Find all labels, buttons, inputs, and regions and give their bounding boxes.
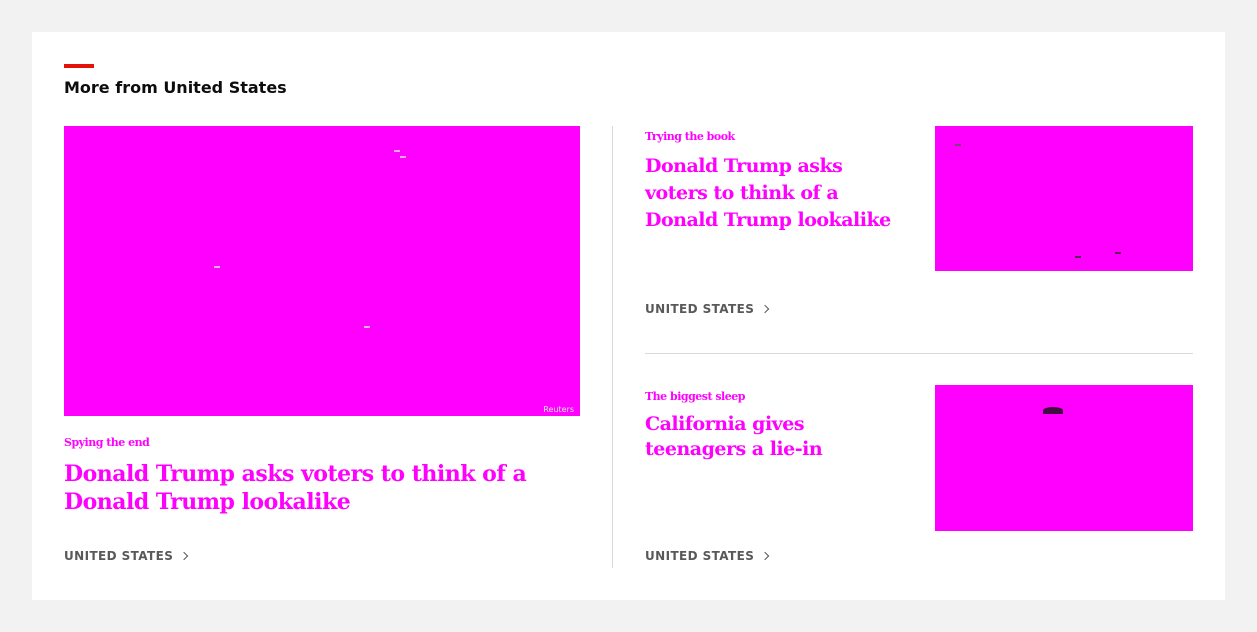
section-link-label: UNITED STATES: [645, 549, 755, 563]
article-rubric: Trying the book: [645, 130, 735, 143]
section-title: More from United States: [64, 78, 287, 97]
article-headline[interactable]: Donald Trump asks voters to think of a D…: [64, 460, 580, 516]
article-headline[interactable]: California gives teenagers a lie-in: [645, 412, 905, 462]
column-divider: [612, 126, 613, 568]
article-image[interactable]: [935, 126, 1193, 271]
article-image[interactable]: [935, 385, 1193, 531]
section-link-label: UNITED STATES: [645, 302, 755, 316]
chevron-right-icon: [761, 304, 770, 314]
article-headline[interactable]: Donald Trump asks voters to think of a D…: [645, 153, 905, 234]
image-credit: Reuters: [543, 405, 574, 414]
chevron-right-icon: [761, 551, 770, 561]
article-rubric: The biggest sleep: [645, 390, 745, 403]
article-divider: [645, 353, 1193, 354]
section-link-label: UNITED STATES: [64, 549, 174, 563]
chevron-right-icon: [180, 551, 189, 561]
article-image-main[interactable]: Reuters: [64, 126, 580, 416]
section-link-united-states[interactable]: UNITED STATES: [645, 302, 770, 316]
section-link-united-states[interactable]: UNITED STATES: [64, 549, 189, 563]
more-from-section: More from United States Reuters Spying t…: [32, 32, 1225, 600]
article-rubric: Spying the end: [64, 436, 150, 449]
section-accent-rule: [64, 64, 94, 68]
section-link-united-states[interactable]: UNITED STATES: [645, 549, 770, 563]
